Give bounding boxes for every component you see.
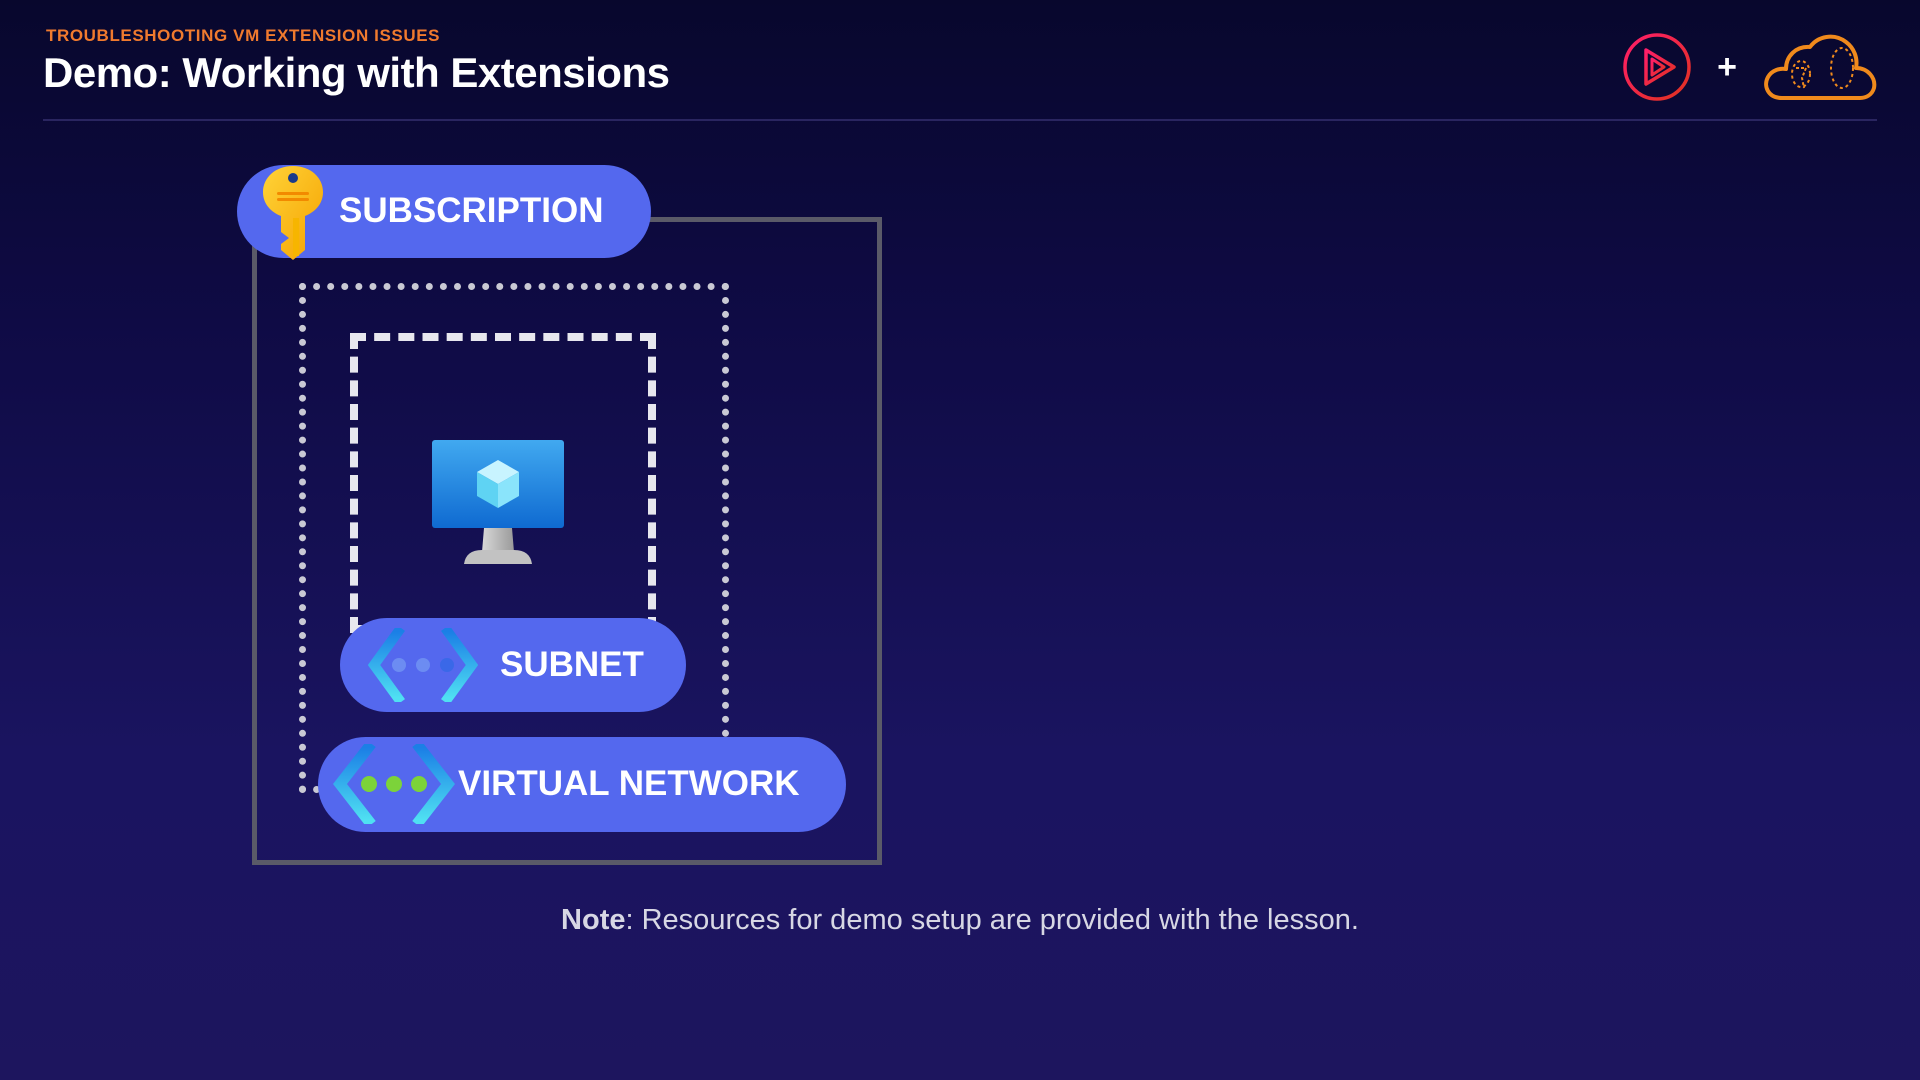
header-divider [43, 119, 1877, 121]
subscription-label: SUBSCRIPTION [339, 191, 604, 230]
plus-icon: + [1717, 48, 1737, 86]
play-logo-icon [1623, 33, 1691, 101]
cloud-logo-icon [1764, 34, 1877, 100]
virtual-network-icon [333, 744, 455, 824]
virtual-network-label: VIRTUAL NETWORK [458, 764, 800, 803]
demo-note: Note: Resources for demo setup are provi… [0, 904, 1920, 937]
subnet-label: SUBNET [500, 645, 644, 684]
section-kicker: TROUBLESHOOTING VM EXTENSION ISSUES [46, 26, 441, 45]
virtual-machine-icon [432, 440, 564, 564]
note-text: : Resources for demo setup are provided … [625, 904, 1359, 936]
page-title: Demo: Working with Extensions [43, 49, 670, 96]
key-icon [263, 166, 323, 260]
subnet-icon [368, 628, 478, 702]
note-label: Note [561, 904, 626, 936]
